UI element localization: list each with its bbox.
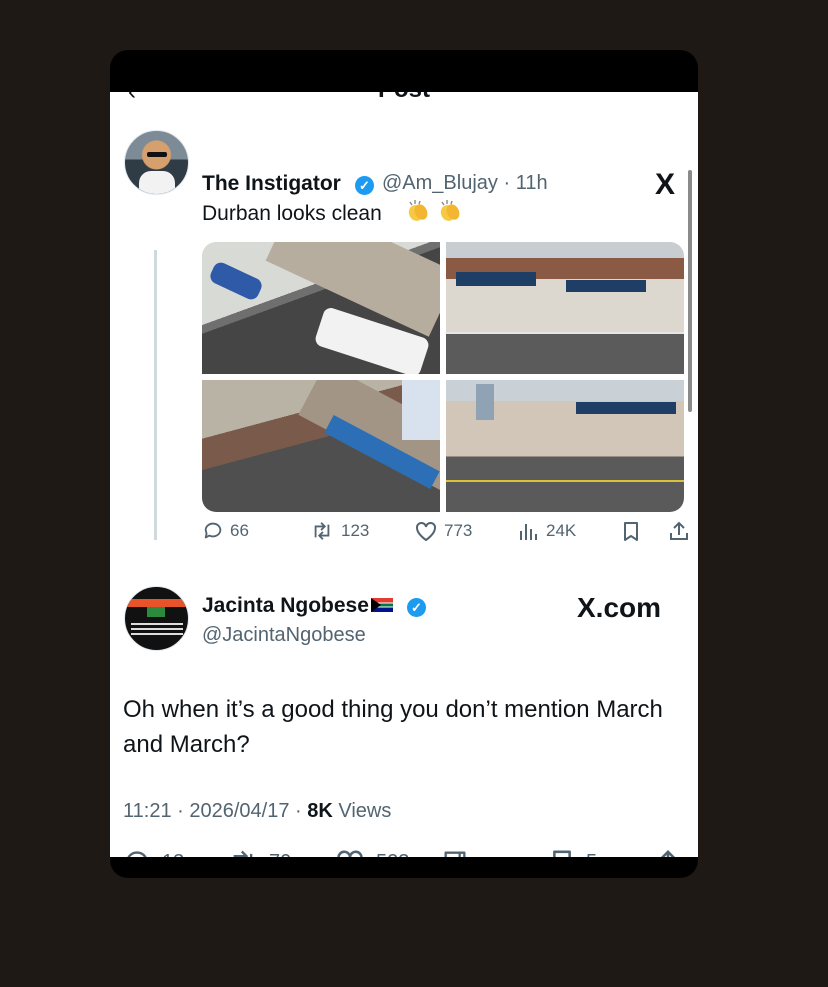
post-screen: ‹ Post The Instigator ✓ @Am_Blujay · 11h… <box>110 92 698 857</box>
photo-shop-sign <box>456 272 536 286</box>
heart-icon <box>337 850 363 857</box>
post-timestamp[interactable]: 11:21 · 2026/04/17 · <box>123 800 302 822</box>
dislike-button[interactable] <box>440 848 470 857</box>
verified-badge-icon: ✓ <box>355 176 374 195</box>
south-africa-flag-icon <box>370 598 393 612</box>
x-logo-icon: X <box>655 168 676 201</box>
bookmark-button[interactable]: 5 <box>548 848 597 857</box>
views-label: Views <box>338 800 392 822</box>
photo-road-line <box>446 332 684 334</box>
post-text: Durban looks clean <box>202 202 382 225</box>
reply-icon <box>204 522 222 539</box>
media-grid <box>202 242 684 512</box>
like-button[interactable]: 523 <box>334 848 409 857</box>
post-time: 11h <box>515 172 548 194</box>
photo-tower <box>476 384 494 420</box>
avatar-glasses <box>147 152 167 157</box>
author-name-text: Jacinta Ngobese <box>202 594 369 617</box>
views-chart-icon <box>520 524 537 540</box>
street-photo[interactable] <box>202 242 440 374</box>
author-name[interactable]: Jacinta Ngobese <box>202 594 393 618</box>
page-title: Post <box>110 92 698 104</box>
avatar[interactable] <box>124 130 189 195</box>
repost-button[interactable]: 70 <box>227 848 291 857</box>
thumbs-down-icon <box>444 851 466 857</box>
quoted-post-actions: 66 123 773 24K <box>202 520 692 550</box>
photo-car <box>207 260 265 302</box>
reply-count: 66 <box>230 521 249 540</box>
avatar-shirt <box>139 171 175 194</box>
photo-shop-sign <box>566 280 646 292</box>
reply-button[interactable]: 66 <box>202 520 249 542</box>
photo-shop-sign <box>576 402 676 414</box>
author-name[interactable]: The Instigator <box>202 172 341 196</box>
clapping-hands-icon <box>408 200 428 221</box>
avatar[interactable] <box>124 586 189 651</box>
share-icon <box>661 850 675 857</box>
reply-icon <box>127 851 147 857</box>
views-button[interactable]: 24K <box>518 520 576 542</box>
repost-icon <box>233 850 253 857</box>
repost-button[interactable]: 123 <box>309 520 369 542</box>
like-count: 523 <box>376 851 409 858</box>
repost-count: 70 <box>269 851 291 858</box>
author-handle[interactable]: @JacintaNgobese <box>202 624 366 647</box>
verified-badge-icon: ✓ <box>407 598 426 617</box>
street-photo[interactable] <box>446 242 684 374</box>
bookmark-button[interactable] <box>620 520 642 542</box>
share-icon <box>670 521 688 540</box>
repost-icon <box>314 522 330 540</box>
scrollbar[interactable] <box>688 170 692 412</box>
avatar-banner <box>125 599 188 607</box>
x-com-watermark: X.com <box>577 592 662 623</box>
street-photo[interactable] <box>446 380 684 512</box>
post-meta: 11:21 · 2026/04/17 · 8K Views <box>123 800 391 823</box>
reply-count: 13 <box>162 851 184 858</box>
like-count: 773 <box>444 521 473 540</box>
photo-sky <box>402 380 440 440</box>
avatar-graphic <box>147 607 165 617</box>
reply-button[interactable]: 13 <box>122 848 184 857</box>
author-handle: @Am_Blujay <box>382 172 498 194</box>
views-count: 24K <box>546 521 577 540</box>
post-actions: 13 70 523 5 <box>122 848 687 857</box>
share-button[interactable] <box>668 520 690 542</box>
bookmark-icon <box>553 850 571 857</box>
like-button[interactable]: 773 <box>414 520 472 542</box>
author-handle-time[interactable]: @Am_Blujay · 11h <box>382 172 548 195</box>
photo-road-line <box>446 480 684 482</box>
bookmark-icon <box>624 522 638 541</box>
phone-frame: ‹ Post The Instigator ✓ @Am_Blujay · 11h… <box>110 50 698 878</box>
repost-count: 123 <box>341 521 370 540</box>
heart-icon <box>416 521 436 542</box>
street-photo[interactable] <box>202 380 440 512</box>
post-text: Oh when it’s a good thing you don’t ment… <box>123 696 663 758</box>
thread-connector <box>154 250 157 540</box>
clapping-hands-icon <box>440 200 460 221</box>
avatar-text-lines <box>131 623 183 625</box>
bookmark-count: 5 <box>586 851 597 858</box>
share-button[interactable] <box>653 848 683 857</box>
views-count: 8K <box>307 800 333 822</box>
